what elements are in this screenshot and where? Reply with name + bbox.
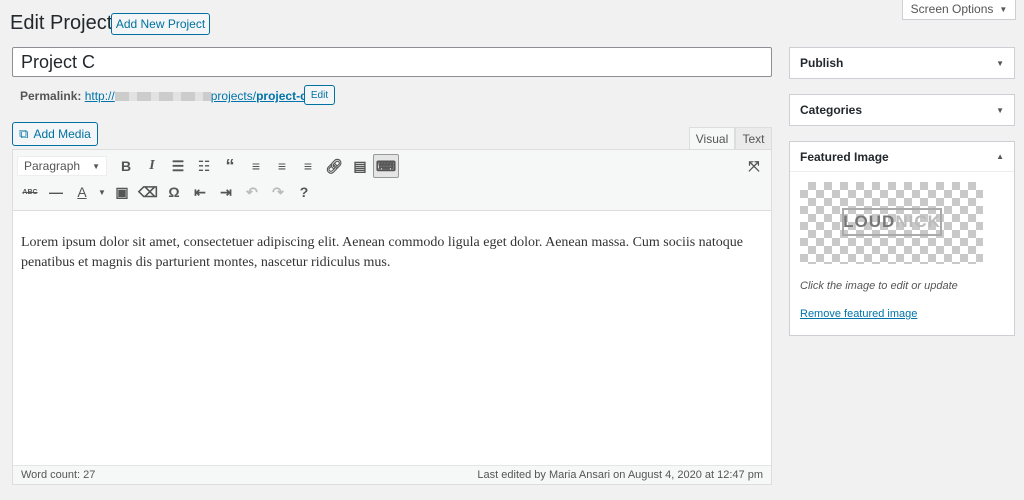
align-center-icon[interactable]: ≡ (269, 154, 295, 178)
redo-icon[interactable]: ↷ (265, 180, 291, 204)
publish-header[interactable]: Publish ▼ (790, 48, 1014, 78)
remove-featured-image-link[interactable]: Remove featured image (800, 308, 1004, 320)
loudnick-logo: LOUD NICK (842, 208, 942, 236)
horizontal-line-icon[interactable]: — (43, 180, 69, 204)
add-new-project-button[interactable]: Add New Project (111, 13, 210, 35)
permalink-prefix: http:// (84, 89, 115, 103)
caret-up-icon[interactable]: ▲ (996, 152, 1004, 161)
bold-icon[interactable]: B (113, 154, 139, 178)
permalink-label: Permalink: (20, 89, 82, 103)
permalink-link[interactable]: http://projects/project-c/ (85, 89, 310, 103)
permalink: Permalink: http://projects/project-c/ (20, 89, 310, 103)
caret-down-icon[interactable]: ▼ (95, 180, 109, 204)
featured-image[interactable]: LOUD NICK (800, 182, 983, 264)
italic-icon[interactable]: I (139, 154, 165, 178)
caret-down-icon: ▼ (92, 161, 100, 171)
link-icon[interactable]: 🔗︎ (321, 154, 347, 178)
word-count: Word count: 27 (21, 469, 96, 481)
increase-indent-icon[interactable]: ⇥ (213, 180, 239, 204)
status-bar: Word count: 27 Last edited by Maria Ansa… (13, 465, 771, 484)
caret-down-icon: ▼ (999, 4, 1008, 14)
undo-icon[interactable]: ↶ (239, 180, 265, 204)
publish-box: Publish ▼ (789, 47, 1015, 79)
special-character-icon[interactable]: Ω (161, 180, 187, 204)
editor: Paragraph ▼ B I ☰ ☷ “ ≡ ≡ ≡ 🔗︎ ▤ ⌨ ⤧ ABC … (12, 149, 772, 485)
page-title: Edit Project (10, 12, 113, 34)
categories-box: Categories ▼ (789, 94, 1015, 126)
title-input[interactable] (12, 47, 772, 77)
publish-title: Publish (800, 56, 844, 70)
tab-text[interactable]: Text (735, 127, 772, 150)
numbered-list-icon[interactable]: ☷ (191, 154, 217, 178)
decrease-indent-icon[interactable]: ⇤ (187, 180, 213, 204)
media-icon: ⧉ (19, 126, 29, 141)
strikethrough-icon[interactable]: ABC (17, 180, 43, 204)
permalink-slug: project-c (256, 89, 307, 103)
text-color-icon[interactable]: A (69, 180, 95, 204)
featured-image-hint: Click the image to edit or update (800, 280, 958, 292)
clear-formatting-icon[interactable]: ⌫ (135, 180, 161, 204)
paste-as-text-icon[interactable]: ▣ (109, 180, 135, 204)
help-icon[interactable]: ? (291, 180, 317, 204)
edit-permalink-button[interactable]: Edit (304, 85, 335, 105)
format-select-value: Paragraph (24, 159, 81, 173)
add-media-label: Add Media (33, 127, 91, 141)
featured-image-header[interactable]: Featured Image ▲ (790, 142, 1014, 172)
editor-content[interactable]: Lorem ipsum dolor sit amet, consectetuer… (13, 211, 771, 295)
tab-visual[interactable]: Visual (689, 127, 735, 150)
screen-options-label: Screen Options (910, 2, 994, 16)
read-more-icon[interactable]: ▤ (347, 154, 373, 178)
permalink-path: projects/ (210, 89, 257, 103)
featured-image-box: Featured Image ▲ LOUD NICK Click the image… (789, 141, 1015, 336)
categories-header[interactable]: Categories ▼ (790, 95, 1014, 125)
align-right-icon[interactable]: ≡ (295, 154, 321, 178)
bulleted-list-icon[interactable]: ☰ (165, 154, 191, 178)
toolbar-toggle-icon[interactable]: ⌨ (373, 154, 399, 178)
blurred-domain (114, 92, 211, 102)
editor-toolbar: Paragraph ▼ B I ☰ ☷ “ ≡ ≡ ≡ 🔗︎ ▤ ⌨ ⤧ ABC … (13, 150, 771, 211)
caret-down-icon[interactable]: ▼ (996, 106, 1004, 115)
format-select[interactable]: Paragraph ▼ (17, 156, 107, 176)
screen-options-button[interactable]: Screen Options ▼ (902, 0, 1016, 20)
caret-down-icon[interactable]: ▼ (996, 59, 1004, 68)
align-left-icon[interactable]: ≡ (243, 154, 269, 178)
featured-image-title: Featured Image (800, 149, 889, 164)
last-edited: Last edited by Maria Ansari on August 4,… (477, 469, 763, 481)
fullscreen-icon[interactable]: ⤧ (741, 154, 767, 178)
blockquote-icon[interactable]: “ (217, 154, 243, 178)
categories-title: Categories (800, 103, 863, 117)
add-media-button[interactable]: ⧉ Add Media (12, 122, 98, 146)
